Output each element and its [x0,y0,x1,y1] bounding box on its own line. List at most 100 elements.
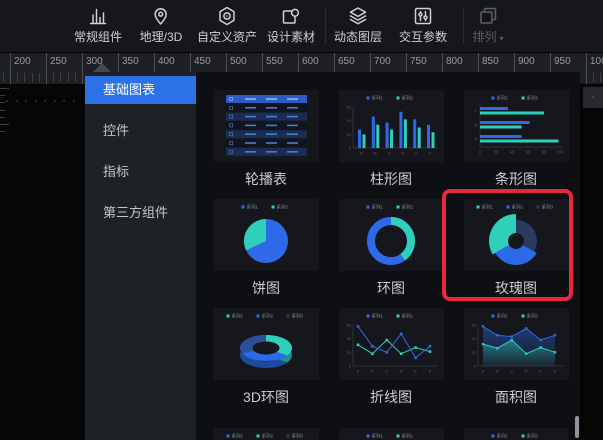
area-chart-thumbnail: 系列1系列20204060ABCDEF [464,308,569,380]
hexagon-nut-icon [216,5,238,27]
panel-pointer-arrow [93,63,111,72]
panel-item-partial-2[interactable]: 系列1系列2 [330,428,452,440]
svg-text:60: 60 [346,323,351,328]
toolbar-item-interaction-params[interactable]: 交互参数 [399,5,447,44]
svg-text:40: 40 [346,336,351,341]
bar-chart-thumbnail: 系列1系列2CBA020406080100 [464,90,569,162]
panel-item-carousel-table[interactable]: 轮播表 [205,90,327,189]
svg-text:A: A [360,151,363,156]
svg-text:系列1: 系列1 [371,204,383,211]
toolbar-separator [325,8,326,44]
scrollbar-thumb[interactable] [575,416,579,438]
panel-item-area-chart[interactable]: 系列1系列20204060ABCDEF面积图 [455,308,577,407]
panel-item-ring3d-chart[interactable]: 系列1系列2系列3 3D环图 [205,308,327,407]
panel-item-pie-chart[interactable]: 系列1系列2 饼图 [205,199,327,298]
panel-item-partial-1[interactable]: 系列1系列2系列3 [205,428,327,440]
toolbar-separator [463,8,464,44]
map-pin-icon [150,5,172,27]
ring-chart-thumbnail: 系列1 系列2 [339,199,444,271]
svg-text:E: E [414,369,417,374]
toolbar-item-label: 地理/3D [140,30,183,44]
toolbar-item-dynamic-layers[interactable]: 动态图层 [334,5,382,44]
svg-text:系列2: 系列2 [526,313,538,320]
ruler-label: 200 [14,56,31,67]
panel-item-ring-chart[interactable]: 系列1 系列2 环图 [330,199,452,298]
ruler-label: 750 [410,56,427,67]
ruler-label: 650 [338,56,355,67]
sidebar-item-third-party[interactable]: 第三方组件 [85,199,196,227]
toolbar-item-custom-assets[interactable]: 自定义资产 [197,5,257,44]
svg-text:系列1: 系列1 [371,95,383,102]
svg-text:系列2: 系列2 [526,95,538,102]
svg-text:0: 0 [473,364,476,369]
ring3d-chart-thumbnail: 系列1系列2系列3 [214,308,319,380]
toolbar-item-label: 自定义资产 [197,30,257,44]
svg-text:系列1: 系列1 [371,313,383,320]
svg-text:系列1: 系列1 [496,95,508,102]
svg-text:60: 60 [525,150,530,155]
svg-text:F: F [429,151,432,156]
panel-item-label: 环图 [330,278,452,298]
svg-text:系列1: 系列1 [231,433,243,440]
ruler-label: 800 [446,56,463,67]
svg-text:100: 100 [556,150,563,155]
svg-text:B: B [371,369,374,374]
ruler-label: 850 [482,56,499,67]
svg-text:D: D [401,151,404,156]
sidebar-item-indicators[interactable]: 指标 [85,158,196,186]
svg-text:E: E [539,369,542,374]
pie-chart-thumbnail: 系列1系列2 [214,199,319,271]
svg-text:B: B [474,122,477,127]
svg-text:C: C [387,151,390,156]
svg-text:系列2: 系列2 [401,204,413,211]
svg-text:A: A [356,369,359,374]
svg-text:40: 40 [346,118,351,123]
svg-text:系列1: 系列1 [481,204,493,211]
svg-text:40: 40 [509,150,514,155]
toolbar-item-components[interactable]: 常规组件 [74,5,122,44]
svg-text:D: D [399,369,402,374]
toolbar-item-arrange[interactable]: 排列▾ [472,5,503,46]
toolbar-item-geo3d[interactable]: 地理/3D [140,5,183,44]
panel-item-column-chart[interactable]: 系列1系列20204060ABCDEF柱形图 [330,90,452,189]
components-panel: 基础图表控件指标第三方组件 轮播表系列1系列20204060ABCDEF柱形图系… [85,72,580,440]
svg-text:A: A [474,136,477,141]
caret-down-icon: ▾ [500,34,504,43]
svg-text:系列2: 系列2 [401,433,413,440]
toolbar-item-design-assets[interactable]: 设计素材 [267,5,315,44]
column-chart-thumbnail: 系列1系列20204060ABCDEF [339,90,444,162]
toolbar-item-label: 常规组件 [74,30,122,44]
panel-item-label: 3D环图 [205,387,327,407]
ruler-label: 1000 [590,56,603,67]
bar-chart-icon [87,5,109,27]
svg-text:80: 80 [541,150,546,155]
svg-text:系列3: 系列3 [541,204,553,211]
ruler-label: 250 [50,56,67,67]
panel-item-label: 饼图 [205,278,327,298]
svg-text:0: 0 [348,364,351,369]
svg-text:系列1: 系列1 [246,204,258,211]
svg-text:20: 20 [346,132,351,137]
panel-item-rose-chart[interactable]: 系列1系列2系列3玫瑰图 [455,199,577,298]
partial-1-thumbnail: 系列1系列2系列3 [214,428,319,440]
toolbar-item-label: 排列▾ [472,30,503,46]
panel-item-partial-3[interactable]: 系列1系列2 [455,428,577,440]
svg-text:系列1: 系列1 [496,433,508,440]
ruler-label: 450 [194,56,211,67]
canvas-element [583,87,603,108]
panel-sidebar: 基础图表控件指标第三方组件 [85,72,196,440]
svg-text:0: 0 [478,150,481,155]
sidebar-item-basic-charts[interactable]: 基础图表 [85,76,196,104]
panel-item-label: 轮播表 [205,169,327,189]
rose-chart-thumbnail: 系列1 系列2 系列3 [464,199,569,271]
carousel-table-thumbnail [214,90,319,162]
panel-item-bar-chart[interactable]: 系列1系列2CBA020406080100条形图 [455,90,577,189]
sidebar-item-controls[interactable]: 控件 [85,117,196,145]
svg-text:F: F [428,369,431,374]
svg-text:B: B [373,151,376,156]
svg-text:0: 0 [348,146,351,151]
panel-item-label: 柱形图 [330,169,452,189]
panel-item-line-chart[interactable]: 系列1系列20204060ABCDEF折线图 [330,308,452,407]
ruler-label: 950 [554,56,571,67]
svg-text:系列2: 系列2 [511,204,523,211]
